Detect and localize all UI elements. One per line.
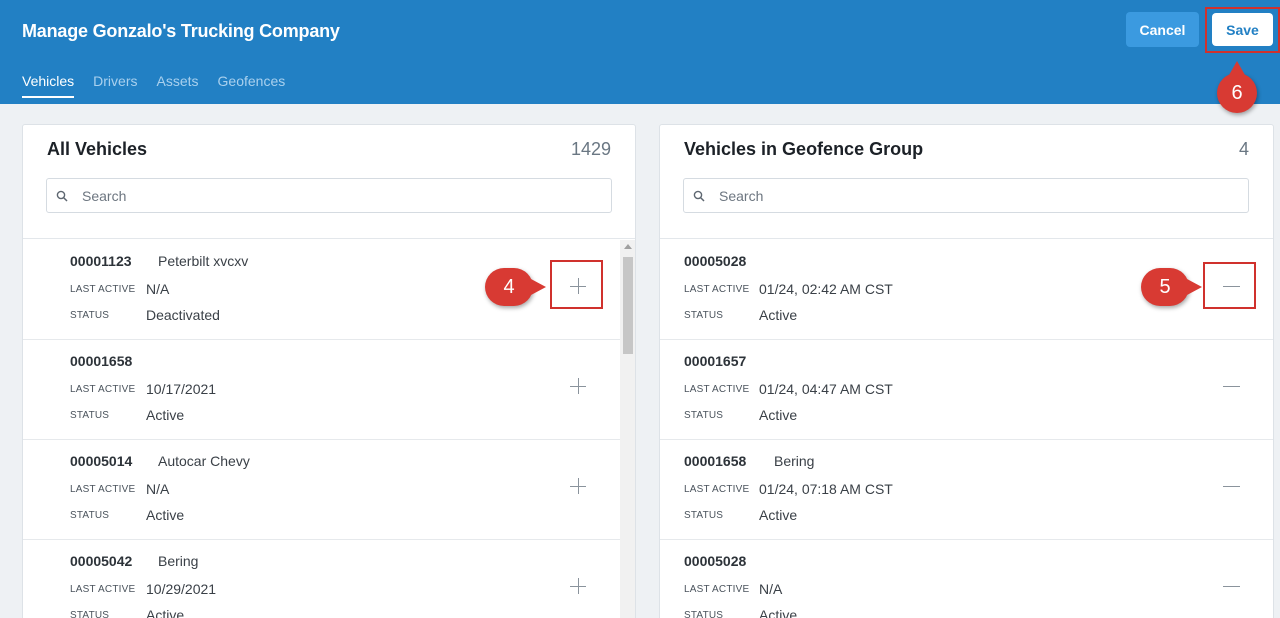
search-icon bbox=[693, 190, 705, 202]
vehicle-id: 00001123 bbox=[70, 253, 132, 269]
tab-drivers[interactable]: Drivers bbox=[93, 73, 137, 98]
last-active-value: 01/24, 04:47 AM CST bbox=[759, 381, 893, 397]
geofence-group-panel: Vehicles in Geofence Group 4 Search 0000… bbox=[659, 124, 1274, 618]
vehicle-id: 00005028 bbox=[684, 553, 747, 569]
vehicle-id: 00005042 bbox=[70, 553, 133, 569]
page-title: Manage Gonzalo's Trucking Company bbox=[22, 21, 340, 41]
list-item: 00005042 Bering LAST ACTIVE 10/29/2021 S… bbox=[23, 540, 635, 618]
panel-header: All Vehicles 1429 Search bbox=[23, 125, 635, 239]
status-label: STATUS bbox=[70, 510, 110, 521]
vehicle-id: 00005014 bbox=[70, 453, 133, 469]
last-active-label: LAST ACTIVE bbox=[684, 584, 750, 595]
panel-title: Vehicles in Geofence Group bbox=[684, 139, 924, 159]
status-label: STATUS bbox=[70, 610, 110, 618]
list-item: 00005014 Autocar Chevy LAST ACTIVE N/A S… bbox=[23, 440, 635, 540]
vehicle-count: 4 bbox=[1238, 139, 1249, 159]
vehicle-id: 00001657 bbox=[684, 353, 747, 369]
status-value: Active bbox=[759, 507, 798, 523]
last-active-label: LAST ACTIVE bbox=[70, 584, 136, 595]
last-active-value: N/A bbox=[146, 481, 170, 497]
list-item: 00001658 Bering LAST ACTIVE 01/24, 07:18… bbox=[660, 440, 1273, 540]
vehicle-list: 00001123 Peterbilt xvcxv LAST ACTIVE N/A… bbox=[23, 240, 635, 618]
status-label: STATUS bbox=[684, 610, 724, 618]
status-value: Active bbox=[146, 407, 185, 423]
search-placeholder: Search bbox=[82, 187, 127, 204]
last-active-label: LAST ACTIVE bbox=[684, 284, 750, 295]
last-active-value: 10/17/2021 bbox=[146, 381, 217, 397]
all-vehicles-panel: All Vehicles 1429 Search 00001123 Peterb… bbox=[22, 124, 636, 618]
tab-vehicles[interactable]: Vehicles bbox=[22, 73, 75, 98]
last-active-value: N/A bbox=[759, 581, 783, 597]
status-value: Active bbox=[146, 507, 185, 523]
remove-button-highlight-box bbox=[1203, 262, 1256, 309]
search-placeholder: Search bbox=[719, 187, 764, 204]
plus-icon[interactable] bbox=[567, 576, 589, 598]
search-icon bbox=[56, 190, 68, 202]
last-active-value: 10/29/2021 bbox=[146, 581, 217, 597]
search-input[interactable]: Search bbox=[46, 178, 612, 213]
last-active-value: 01/24, 02:42 AM CST bbox=[759, 281, 893, 297]
last-active-label: LAST ACTIVE bbox=[684, 484, 750, 495]
minus-icon[interactable] bbox=[1221, 376, 1243, 398]
status-value: Active bbox=[759, 407, 798, 423]
step-4-callout: 4 bbox=[485, 268, 546, 306]
search-input[interactable]: Search bbox=[683, 178, 1249, 213]
status-value: Active bbox=[759, 607, 798, 618]
minus-icon[interactable] bbox=[1221, 576, 1243, 598]
status-value: Active bbox=[759, 307, 798, 323]
vehicle-name: Bering bbox=[158, 553, 199, 569]
vehicle-id: 00001658 bbox=[684, 453, 747, 469]
panel-header: Vehicles in Geofence Group 4 Search bbox=[660, 125, 1273, 239]
scrollbar-thumb[interactable] bbox=[623, 257, 633, 354]
status-value: Deactivated bbox=[146, 307, 220, 323]
last-active-label: LAST ACTIVE bbox=[70, 484, 136, 495]
last-active-value: 01/24, 07:18 AM CST bbox=[759, 481, 893, 497]
status-label: STATUS bbox=[684, 310, 724, 321]
save-button[interactable]: Save bbox=[1212, 13, 1273, 46]
minus-icon[interactable] bbox=[1221, 476, 1243, 498]
list-item: 00005028 LAST ACTIVE N/A STATUS Active bbox=[660, 540, 1273, 618]
last-active-label: LAST ACTIVE bbox=[70, 384, 136, 395]
scrollbar[interactable] bbox=[620, 240, 635, 618]
list-item: 00001658 LAST ACTIVE 10/17/2021 STATUS A… bbox=[23, 340, 635, 440]
panel-title: All Vehicles bbox=[47, 139, 148, 159]
vehicle-name: Peterbilt xvcxv bbox=[158, 253, 249, 269]
status-label: STATUS bbox=[70, 310, 110, 321]
last-active-label: LAST ACTIVE bbox=[684, 384, 750, 395]
vehicle-count: 1429 bbox=[570, 139, 611, 159]
status-label: STATUS bbox=[70, 410, 110, 421]
cancel-button[interactable]: Cancel bbox=[1126, 12, 1199, 47]
last-active-value: N/A bbox=[146, 281, 170, 297]
step-6-callout: 6 bbox=[1217, 61, 1257, 113]
list-item: 00001657 LAST ACTIVE 01/24, 04:47 AM CST… bbox=[660, 340, 1273, 440]
step-5-callout: 5 bbox=[1141, 268, 1202, 306]
vehicle-name: Bering bbox=[774, 453, 815, 469]
add-button-highlight-box bbox=[550, 260, 603, 309]
status-label: STATUS bbox=[684, 510, 724, 521]
vehicle-id: 00001658 bbox=[70, 353, 133, 369]
last-active-label: LAST ACTIVE bbox=[70, 284, 136, 295]
vehicle-name: Autocar Chevy bbox=[158, 453, 250, 469]
top-header: Manage Gonzalo's Trucking Company Vehicl… bbox=[0, 0, 1280, 104]
vehicle-id: 00005028 bbox=[684, 253, 747, 269]
tab-assets[interactable]: Assets bbox=[157, 73, 199, 98]
status-label: STATUS bbox=[684, 410, 724, 421]
tab-geofences[interactable]: Geofences bbox=[218, 73, 286, 98]
scroll-up-icon[interactable] bbox=[624, 244, 632, 249]
plus-icon[interactable] bbox=[567, 376, 589, 398]
status-value: Active bbox=[146, 607, 185, 618]
tab-bar: Vehicles Drivers Assets Geofences bbox=[22, 73, 285, 98]
plus-icon[interactable] bbox=[567, 476, 589, 498]
